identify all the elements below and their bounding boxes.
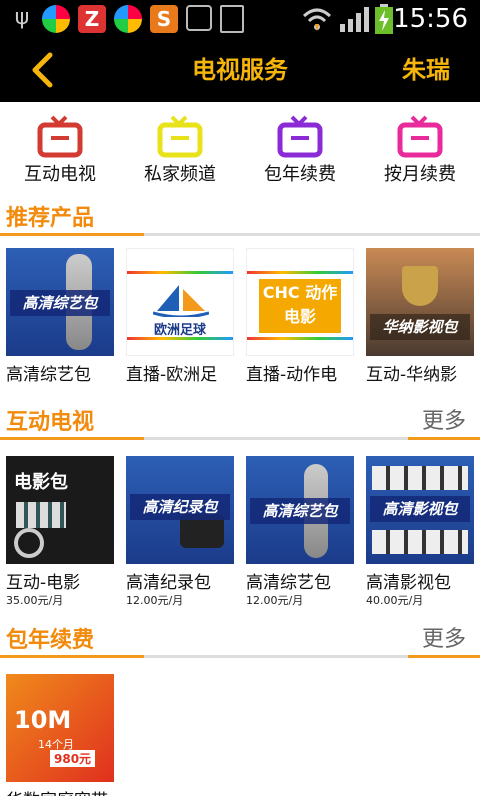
thumbnail-text: 电影包 bbox=[14, 472, 68, 493]
download-icon bbox=[186, 5, 212, 31]
header-bar: 电视服务 朱瑞 bbox=[0, 38, 480, 102]
divider-accent bbox=[0, 655, 144, 658]
product-price: 35.00元/月 bbox=[6, 594, 64, 607]
product-thumbnail: 高清综艺包 bbox=[6, 248, 114, 356]
thumbnail-text: 高清影视包 bbox=[370, 496, 470, 522]
thumbnail-text: 10M bbox=[14, 706, 72, 734]
product-label: 互动-华纳影 bbox=[366, 365, 458, 385]
thumbnail-text: 高清纪录包 bbox=[130, 494, 230, 520]
s-app-icon: S bbox=[150, 5, 178, 33]
film-strip-icon bbox=[16, 502, 66, 528]
app-notification-icon bbox=[114, 5, 142, 33]
film-strip-icon bbox=[372, 530, 468, 554]
nav-label: 私家频道 bbox=[144, 164, 216, 185]
username-link[interactable]: 朱瑞 bbox=[402, 38, 450, 102]
section-header-recommended: 推荐产品 bbox=[0, 196, 480, 236]
signal-icon bbox=[340, 7, 369, 32]
product-label: 高清综艺包 bbox=[246, 573, 331, 593]
section-header-annual: 包年续费 更多 bbox=[0, 618, 480, 658]
app-notification-icon bbox=[42, 5, 70, 33]
more-link[interactable]: 更多 bbox=[422, 621, 466, 653]
product-price: 40.00元/月 bbox=[366, 594, 424, 607]
section-title: 互动电视 bbox=[6, 410, 95, 435]
thumbnail-text: 华纳影视包 bbox=[370, 314, 470, 340]
product-thumbnail: 高清影视包 bbox=[366, 456, 474, 564]
nav-private-channel[interactable]: 私家频道 bbox=[120, 102, 240, 190]
section-title: 推荐产品 bbox=[6, 206, 95, 231]
product-label: 高清影视包 bbox=[366, 573, 451, 593]
nav-annual-renewal[interactable]: 包年续费 bbox=[240, 102, 360, 190]
product-thumbnail: 电影包 bbox=[6, 456, 114, 564]
status-time: 15:56 bbox=[393, 4, 468, 34]
usb-icon: ψ bbox=[14, 5, 30, 30]
battery-charging-icon bbox=[375, 4, 393, 34]
product-price: 12.00元/月 bbox=[126, 594, 184, 607]
service-nav: 互动电视 私家频道 包年续费 按月续费 bbox=[0, 102, 480, 190]
status-bar: ψ Z S 15:56 bbox=[0, 0, 480, 38]
thumbnail-text: 高清综艺包 bbox=[250, 498, 350, 524]
product-thumbnail: 欧洲足球 bbox=[126, 248, 234, 356]
thumbnail-text: 高清综艺包 bbox=[10, 290, 110, 316]
wb-shield-icon bbox=[402, 266, 438, 306]
section-header-interactive-tv: 互动电视 更多 bbox=[0, 400, 480, 440]
product-label: 华数家庭宽带 bbox=[6, 786, 126, 796]
nav-label: 互动电视 bbox=[24, 164, 96, 185]
divider-accent bbox=[408, 655, 480, 658]
wifi-icon bbox=[302, 8, 332, 31]
tv-icon bbox=[37, 115, 83, 158]
nav-label: 包年续费 bbox=[264, 164, 336, 185]
product-label: 高清综艺包 bbox=[6, 365, 91, 385]
thumbnail-price: 980元 bbox=[50, 750, 96, 767]
product-thumbnail: 高清纪录包 bbox=[126, 456, 234, 564]
tv-icon bbox=[397, 115, 443, 158]
nav-label: 按月续费 bbox=[384, 164, 456, 185]
tv-icon bbox=[157, 115, 203, 158]
film-strip-icon bbox=[372, 466, 468, 490]
divider-accent bbox=[0, 437, 144, 440]
thumbnail-text: 欧洲足球 bbox=[153, 323, 206, 338]
product-label: 直播-动作电 bbox=[246, 365, 338, 385]
sail-logo-icon bbox=[153, 285, 209, 317]
divider-accent bbox=[0, 233, 144, 236]
thumbnail-text: CHC 动作电影 bbox=[259, 279, 341, 333]
film-reel-icon bbox=[14, 528, 44, 558]
section-title: 包年续费 bbox=[6, 628, 95, 653]
product-thumbnail: CHC 动作电影 bbox=[246, 248, 354, 356]
more-link[interactable]: 更多 bbox=[422, 403, 466, 435]
product-label: 互动-电影 bbox=[6, 573, 81, 593]
nav-interactive-tv[interactable]: 互动电视 bbox=[0, 102, 120, 190]
product-thumbnail: 10M 14个月 980元 bbox=[6, 674, 114, 782]
nav-monthly-renewal[interactable]: 按月续费 bbox=[360, 102, 480, 190]
product-thumbnail: 华纳影视包 bbox=[366, 248, 474, 356]
divider-accent bbox=[408, 437, 480, 440]
z-app-icon: Z bbox=[78, 5, 106, 33]
product-price: 12.00元/月 bbox=[246, 594, 304, 607]
product-label: 高清纪录包 bbox=[126, 573, 211, 593]
tv-icon bbox=[277, 115, 323, 158]
product-thumbnail: 高清综艺包 bbox=[246, 456, 354, 564]
product-label: 直播-欧洲足 bbox=[126, 365, 218, 385]
sim-icon bbox=[220, 5, 244, 33]
